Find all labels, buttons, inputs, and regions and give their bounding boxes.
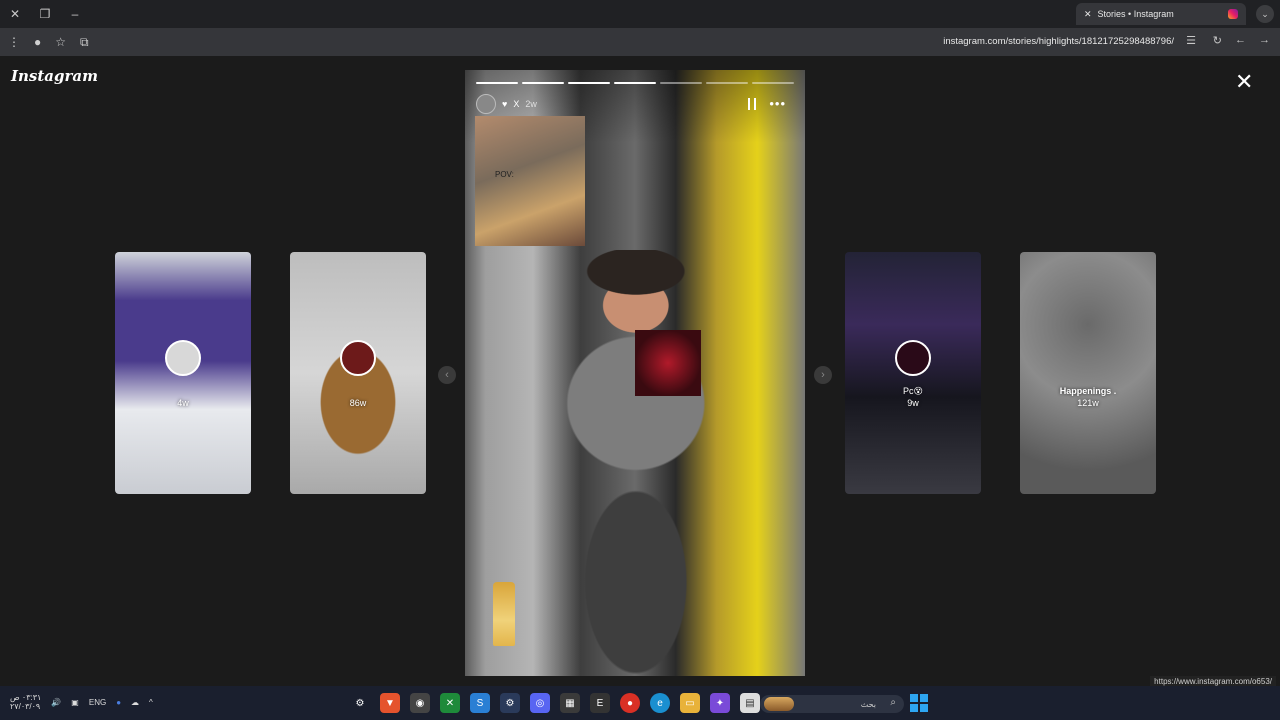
story-avatar: [895, 340, 931, 376]
tab-search-button[interactable]: ⌄: [1256, 5, 1274, 23]
menu-icon[interactable]: ⋮: [8, 35, 20, 49]
progress-segment: [614, 82, 656, 84]
story-time: 2w: [525, 99, 537, 109]
search-highlight-image: [764, 697, 794, 711]
progress-segment: [706, 82, 748, 84]
address-bar[interactable]: instagram.com/stories/highlights/1812172…: [943, 36, 1174, 47]
progress-segment: [568, 82, 610, 84]
tab-stories-instagram[interactable]: ✕ Stories • Instagram: [1076, 3, 1246, 25]
story-title-label: Pc😵: [903, 386, 923, 396]
file-explorer-app-icon[interactable]: ▭: [680, 693, 700, 713]
next-story-button[interactable]: ›: [814, 366, 832, 384]
story-preview-3[interactable]: Pc😵 9w: [845, 252, 981, 494]
extensions-icon[interactable]: ⧉: [80, 35, 89, 50]
search-icon: ⌕: [890, 697, 896, 708]
store-app-icon[interactable]: ▦: [560, 693, 580, 713]
steam-app-icon[interactable]: ⚙: [500, 693, 520, 713]
tab-close-icon[interactable]: ✕: [1084, 9, 1092, 20]
story-bottle-graphic: [493, 582, 515, 646]
windows-taskbar: ٠٣:٣١ ص ٢٧/٠٣/٠٩ 🔊 ▣ ENG ● ☁ ^ ⚙ ▼ ◉ ✕ S…: [0, 686, 1280, 720]
prev-story-button[interactable]: ‹: [438, 366, 456, 384]
network-icon[interactable]: ▣: [71, 698, 79, 707]
window-minimize-icon[interactable]: –: [60, 0, 90, 28]
shazam-app-icon[interactable]: S: [470, 693, 490, 713]
reload-icon[interactable]: ↻: [1213, 34, 1222, 47]
heart-eyes-icon: ♥: [502, 99, 508, 109]
story-header: ♥ X 2w •••: [476, 94, 794, 114]
edge-app-icon[interactable]: e: [650, 693, 670, 713]
epic-games-app-icon[interactable]: E: [590, 693, 610, 713]
instagram-logo[interactable]: Instagram: [11, 67, 98, 85]
pause-icon[interactable]: [748, 98, 756, 110]
site-settings-icon[interactable]: ☰: [1186, 34, 1196, 47]
story-user-label[interactable]: X: [513, 99, 519, 109]
taskbar-apps: ⚙ ▼ ◉ ✕ S ⚙ ◎ ▦ E ● e ▭ ✦ ▤: [350, 693, 760, 713]
story-avatar: [340, 340, 376, 376]
progress-segment: [660, 82, 702, 84]
bookmark-star-icon[interactable]: ☆: [55, 35, 66, 49]
window-restore-icon[interactable]: ❐: [30, 0, 60, 28]
story-preview-4[interactable]: Happenings . 121w: [1020, 252, 1156, 494]
progress-segment: [522, 82, 564, 84]
close-stories-button[interactable]: ✕: [1235, 71, 1253, 93]
chrome-app-icon[interactable]: ●: [620, 693, 640, 713]
progress-segment: [476, 82, 518, 84]
story-progress-bar: [476, 82, 794, 84]
cloud-icon[interactable]: ☁: [131, 698, 139, 707]
more-options-button[interactable]: •••: [769, 96, 786, 111]
story-sticker-red: [635, 330, 701, 396]
tray-chevron-icon[interactable]: ^: [149, 698, 153, 707]
progress-segment: [752, 82, 794, 84]
mic-icon[interactable]: ●: [116, 698, 121, 707]
story-photo-subject: [535, 250, 745, 676]
xbox-app-icon[interactable]: ✕: [440, 693, 460, 713]
story-title-label: Happenings .: [1059, 386, 1117, 396]
tab-title: Stories • Instagram: [1097, 9, 1174, 19]
language-indicator[interactable]: ENG: [89, 698, 106, 707]
back-icon[interactable]: ←: [1235, 34, 1246, 46]
clock[interactable]: ٠٣:٣١ ص ٢٧/٠٣/٠٩: [10, 693, 41, 712]
instagram-favicon-icon: [1228, 9, 1238, 19]
taskbar-search-box[interactable]: بحث ⌕: [760, 695, 904, 713]
forward-icon[interactable]: →: [1259, 34, 1270, 46]
sticker-caption: POV:: [495, 170, 514, 179]
story-preview-1[interactable]: 4w: [115, 252, 251, 494]
volume-icon[interactable]: 🔊: [51, 698, 61, 707]
story-avatar: [165, 340, 201, 376]
window-close-icon[interactable]: ✕: [0, 0, 30, 28]
story-preview-2[interactable]: 86w: [290, 252, 426, 494]
settings-app-icon[interactable]: ⚙: [350, 693, 370, 713]
obs-app-icon[interactable]: ◉: [410, 693, 430, 713]
story-sticker-image: POV:: [475, 116, 585, 246]
profile-icon[interactable]: ●: [34, 35, 41, 49]
browser-toolbar: ⋮ ● ☆ ⧉ instagram.com/stories/highlights…: [0, 28, 1280, 56]
story-time-label: 9w: [907, 398, 919, 408]
discord-app-icon[interactable]: ◎: [530, 693, 550, 713]
title-bar: ✕ ❐ – + ✕ Stories • Instagram ⌄: [0, 0, 1280, 28]
copilot-app-icon[interactable]: ✦: [710, 693, 730, 713]
notepad-app-icon[interactable]: ▤: [740, 693, 760, 713]
main-story-viewer[interactable]: POV: ♥ X 2w •••: [465, 70, 805, 676]
story-time-label: 86w: [349, 398, 367, 408]
search-placeholder: بحث: [860, 699, 876, 709]
story-time-label: 121w: [1077, 398, 1099, 408]
windows-start-icon[interactable]: [910, 694, 928, 712]
system-tray: ٠٣:٣١ ص ٢٧/٠٣/٠٩ 🔊 ▣ ENG ● ☁ ^: [10, 693, 153, 712]
instagram-stories-page: Instagram ✕ 4w 86w ‹ POV: ♥ X 2w ••• › P…: [0, 56, 1280, 686]
story-time-label: 4w: [177, 398, 189, 408]
brave-app-icon[interactable]: ▼: [380, 693, 400, 713]
clock-date: ٢٧/٠٣/٠٩: [10, 701, 41, 711]
story-user-avatar[interactable]: [476, 94, 496, 114]
